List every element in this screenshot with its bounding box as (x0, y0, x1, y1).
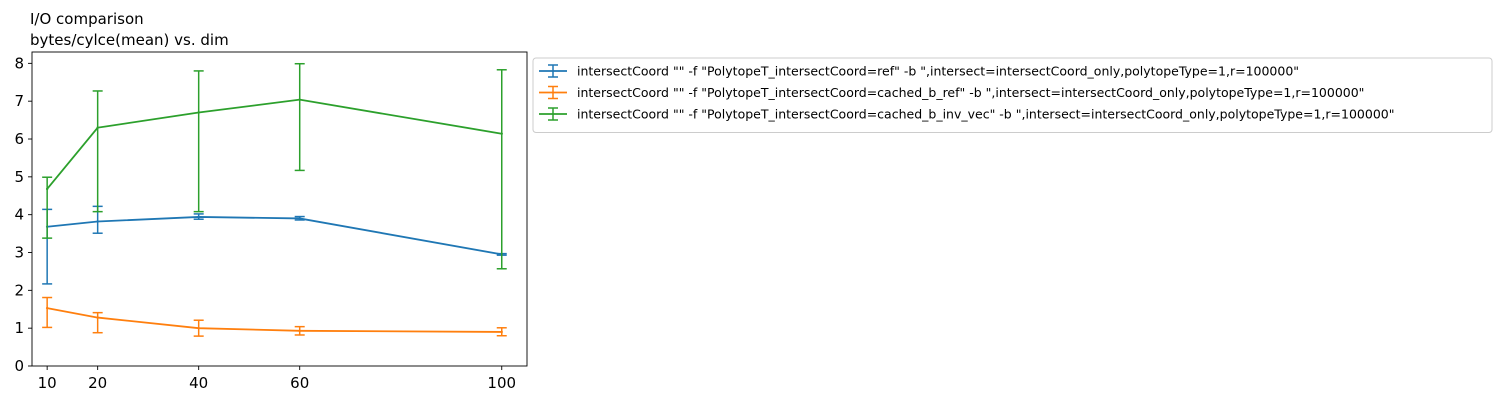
plot-area: 0 1 2 3 4 5 6 7 8 10 20 40 60 100 (14, 51, 528, 392)
data-point (298, 217, 301, 220)
legend-label: intersectCoord "" -f "PolytopeT_intersec… (577, 64, 1299, 79)
chart-title: I/O comparison (30, 10, 144, 28)
data-point (45, 187, 49, 191)
legend-label: intersectCoord "" -f "PolytopeT_intersec… (577, 107, 1394, 122)
x-tick-label: 40 (189, 374, 208, 392)
data-point (298, 98, 301, 101)
y-tick-label: 7 (14, 92, 24, 110)
data-point (96, 220, 99, 223)
series-line (47, 216, 502, 256)
data-point (298, 329, 301, 333)
legend: intersectCoord "" -f "PolytopeT_intersec… (532, 57, 1493, 133)
y-tick-label: 0 (14, 357, 24, 375)
data-point (96, 126, 99, 129)
x-tick-label: 10 (38, 374, 57, 392)
y-tick-label: 8 (14, 54, 24, 72)
series-2 (42, 296, 507, 337)
legend-label: intersectCoord "" -f "PolytopeT_intersec… (577, 85, 1364, 100)
data-point (45, 306, 49, 310)
series-line (46, 307, 502, 333)
data-point (500, 330, 503, 334)
x-tick-label: 100 (487, 374, 516, 392)
data-point (197, 215, 200, 219)
y-tick-label: 5 (14, 168, 24, 186)
data-point (500, 132, 503, 135)
data-point (96, 316, 99, 319)
y-tick-label: 6 (14, 130, 24, 148)
y-tick-label: 1 (14, 319, 24, 337)
chart-subtitle: bytes/cylce(mean) vs. dim (30, 31, 229, 49)
data-point (197, 111, 200, 114)
x-tick-label: 20 (88, 374, 107, 392)
series-line (46, 98, 502, 190)
y-tick-label: 3 (14, 244, 24, 262)
y-tick-label: 4 (14, 206, 24, 224)
y-tick-label: 2 (14, 281, 24, 299)
series-3 (42, 62, 507, 270)
x-tick-label: 60 (290, 374, 309, 392)
data-point (197, 326, 200, 330)
series-1 (42, 205, 507, 285)
chart: I/O comparison bytes/cylce(mean) vs. dim… (14, 10, 1493, 392)
